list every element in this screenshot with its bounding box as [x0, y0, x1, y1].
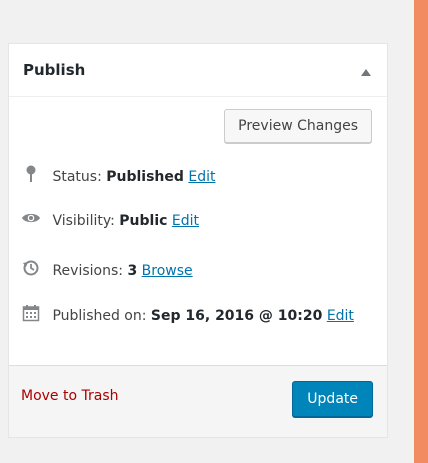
collapse-arrow-icon[interactable]: [361, 68, 371, 76]
pin-icon: [21, 165, 41, 189]
publish-box-header[interactable]: Publish: [9, 44, 387, 97]
update-button[interactable]: Update: [292, 381, 373, 417]
visibility-edit-link[interactable]: Edit: [172, 213, 199, 229]
status-edit-link[interactable]: Edit: [188, 169, 215, 185]
preview-changes-button[interactable]: Preview Changes: [224, 109, 372, 143]
visibility-value: Public: [119, 213, 168, 229]
revisions-count: 3: [127, 263, 138, 279]
publish-box-footer: Move to Trash Update: [9, 365, 387, 437]
status-row: Status: Published Edit: [21, 165, 377, 189]
preview-action: Preview Changes: [224, 109, 372, 143]
published-on-edit-link[interactable]: Edit: [327, 308, 354, 324]
publish-box-title: Publish: [23, 61, 86, 79]
accent-bar: [414, 0, 428, 463]
revisions-label: Revisions:: [52, 263, 123, 279]
status-value: Published: [106, 169, 184, 185]
publish-box: Publish Preview Changes Status: Publishe…: [8, 43, 388, 438]
revisions-row: Revisions: 3 Browse: [21, 259, 377, 283]
visibility-row: Visibility: Public Edit: [21, 211, 377, 231]
revisions-browse-link[interactable]: Browse: [142, 263, 193, 279]
visibility-label: Visibility:: [52, 213, 115, 229]
revisions-icon: [21, 259, 41, 283]
calendar-icon: [21, 304, 41, 328]
published-on-row: Published on: Sep 16, 2016 @ 10:20 Edit: [21, 304, 377, 328]
published-on-value: Sep 16, 2016 @ 10:20: [150, 308, 323, 324]
published-on-label: Published on:: [52, 308, 147, 324]
status-label: Status:: [52, 169, 102, 185]
eye-icon: [21, 211, 41, 231]
move-to-trash-link[interactable]: Move to Trash: [21, 388, 119, 404]
